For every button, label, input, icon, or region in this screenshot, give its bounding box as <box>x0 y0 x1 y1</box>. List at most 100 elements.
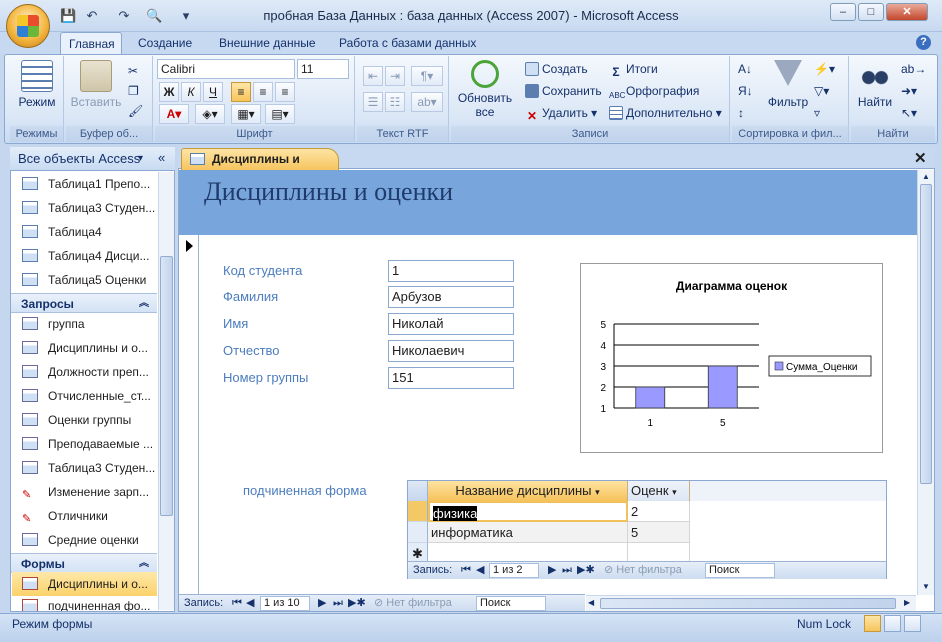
record-selector[interactable] <box>179 235 199 594</box>
scroll-down-icon[interactable]: ▼ <box>922 582 930 591</box>
totals-button[interactable]: Σ Итоги <box>609 60 657 79</box>
nav-query-item[interactable]: Оценки группы <box>12 408 157 432</box>
help-icon[interactable]: ? <box>916 35 931 50</box>
nav-query-item[interactable]: Преподаваемые ... <box>12 432 157 456</box>
next-record-icon[interactable]: ▶ <box>548 561 556 579</box>
last-record-icon[interactable]: ⏭ <box>333 594 343 612</box>
field-student-id[interactable]: 1 <box>388 260 514 282</box>
increase-indent-icon[interactable]: ⇥ <box>385 66 405 86</box>
scroll-left-icon[interactable]: ◀ <box>588 598 594 607</box>
nav-scroll-thumb[interactable] <box>160 256 173 516</box>
cut-icon[interactable]: ✂ <box>128 62 138 80</box>
fill-color-button[interactable]: ◈▾ <box>195 104 225 124</box>
scroll-right-icon[interactable]: ▶ <box>904 598 910 607</box>
undo-icon[interactable]: ↶ <box>84 8 100 24</box>
close-button[interactable]: ✕ <box>886 3 928 21</box>
nav-table-item[interactable]: Таблица3 Студен... <box>12 196 157 220</box>
bullets-icon[interactable]: ☰ <box>363 92 383 112</box>
nav-table-item[interactable]: Таблица4 <box>12 220 157 244</box>
field-surname[interactable]: Арбузов <box>388 286 514 308</box>
italic-button[interactable]: К <box>181 82 201 102</box>
nav-scrollbar[interactable] <box>158 172 174 610</box>
sort-ascending-icon[interactable]: A↓ <box>738 60 752 78</box>
form-vertical-scrollbar[interactable]: ▲ ▼ <box>917 170 934 595</box>
scroll-up-icon[interactable]: ▲ <box>922 172 930 181</box>
subform-cell-grade[interactable]: 2 <box>628 501 690 522</box>
align-center-button[interactable]: ≡ <box>253 82 273 102</box>
nav-table-item[interactable]: Таблица4 Дисци... <box>12 244 157 268</box>
subform-cell-grade[interactable]: 5 <box>628 522 690 543</box>
subform-record-position[interactable]: 1 из 2 <box>489 563 539 578</box>
nav-query-item[interactable]: Средние оценки <box>12 528 157 552</box>
new-record-nav-icon[interactable]: ▶✱ <box>348 594 366 612</box>
collapse-nav-icon[interactable]: « <box>158 150 165 165</box>
nav-query-item[interactable]: ✎ Отличники <box>12 504 157 528</box>
more-button[interactable]: Дополнительно ▾ <box>609 104 722 122</box>
subform-filter-button[interactable]: ⊘ Нет фильтра <box>604 561 682 579</box>
refresh-all-button[interactable]: Обновить все <box>453 60 517 119</box>
nav-menu-chevron-icon[interactable]: ▾ <box>138 153 143 164</box>
select-icon[interactable]: ↖▾ <box>901 104 917 122</box>
last-record-icon[interactable]: ⏭ <box>562 561 572 579</box>
replace-icon[interactable]: ab→ <box>901 60 926 78</box>
save-record-button[interactable]: Сохранить <box>525 82 602 100</box>
nav-section-forms[interactable]: Формы ︽ <box>11 553 157 573</box>
highlight-icon[interactable]: ab▾ <box>411 92 443 112</box>
column-header-grade[interactable]: Оценк ▾ <box>628 481 690 501</box>
minimize-button[interactable]: – <box>830 3 856 21</box>
align-left-button[interactable]: ≡ <box>231 82 251 102</box>
delete-record-button[interactable]: ✕ Удалить ▾ <box>525 104 597 123</box>
numbering-icon[interactable]: ☷ <box>385 92 405 112</box>
paragraph-direction-icon[interactable]: ¶▾ <box>411 66 443 86</box>
field-patronymic[interactable]: Николаевич <box>388 340 514 362</box>
nav-title[interactable]: Все объекты Access <box>18 151 140 166</box>
gridlines-button[interactable]: ▦▾ <box>231 104 261 124</box>
tab-database-tools[interactable]: Работа с базами данных <box>331 32 484 54</box>
font-size-dropdown[interactable]: 11 <box>297 59 349 79</box>
field-group-number[interactable]: 151 <box>388 367 514 389</box>
nav-table-item[interactable]: Таблица1 Препо... <box>12 172 157 196</box>
first-record-icon[interactable]: ⏮ <box>461 561 471 579</box>
goto-icon[interactable]: ➜▾ <box>901 82 917 100</box>
maximize-button[interactable]: □ <box>858 3 884 21</box>
form-view-button[interactable] <box>864 615 881 632</box>
sort-descending-icon[interactable]: Я↓ <box>738 82 753 100</box>
new-record-nav-icon[interactable]: ▶✱ <box>577 561 595 579</box>
print-preview-icon[interactable]: 🔍 <box>146 8 162 24</box>
nav-form-item[interactable]: подчиненная фо... <box>12 596 157 611</box>
view-mode-button[interactable]: Режим <box>12 60 62 109</box>
subform-row-selector[interactable] <box>408 522 428 543</box>
format-painter-icon[interactable]: 🖌 <box>128 102 143 120</box>
clear-sort-icon[interactable]: ↕ <box>738 104 744 122</box>
next-record-icon[interactable]: ▶ <box>318 594 326 612</box>
first-record-icon[interactable]: ⏮ <box>232 594 242 612</box>
tab-home[interactable]: Главная <box>60 32 122 54</box>
nav-table-item[interactable]: Таблица5 Оценки <box>12 268 157 292</box>
nav-query-item[interactable]: группа <box>12 312 157 336</box>
form-horizontal-scrollbar[interactable]: ◀ ▶ <box>586 595 916 611</box>
main-filter-button[interactable]: ⊘ Нет фильтра <box>374 594 452 612</box>
main-search-input[interactable]: Поиск <box>476 596 546 611</box>
nav-form-item-selected[interactable]: Дисциплины и о... <box>12 572 157 596</box>
vertical-scroll-thumb[interactable] <box>920 184 932 484</box>
filter-button[interactable]: Фильтр <box>766 60 810 109</box>
tab-create[interactable]: Создание <box>130 32 200 54</box>
decrease-indent-icon[interactable]: ⇤ <box>363 66 383 86</box>
column-header-discipline[interactable]: Название дисциплины ▾ <box>428 481 628 501</box>
font-color-button[interactable]: A▾ <box>159 104 189 124</box>
font-name-dropdown[interactable]: Calibri <box>157 59 295 79</box>
paste-button[interactable]: Вставить <box>68 60 124 109</box>
alternate-fill-button[interactable]: ▤▾ <box>265 104 295 124</box>
nav-query-item[interactable]: Должности преп... <box>12 360 157 384</box>
toggle-filter-icon[interactable]: ▿ <box>814 104 820 122</box>
nav-query-item[interactable]: ✎ Изменение зарп... <box>12 480 157 504</box>
customize-qat-icon[interactable]: ▾ <box>178 8 194 24</box>
layout-view-button[interactable] <box>884 615 901 632</box>
subform-cell-discipline[interactable]: физика <box>428 501 628 522</box>
underline-button[interactable]: Ч <box>203 82 223 102</box>
spelling-button[interactable]: ABCОрфография <box>609 82 699 100</box>
advanced-filter-icon[interactable]: ▽▾ <box>814 82 829 100</box>
design-view-button[interactable] <box>904 615 921 632</box>
close-document-icon[interactable]: ✕ <box>914 149 927 167</box>
subform-cell-discipline[interactable]: информатика <box>428 522 628 543</box>
